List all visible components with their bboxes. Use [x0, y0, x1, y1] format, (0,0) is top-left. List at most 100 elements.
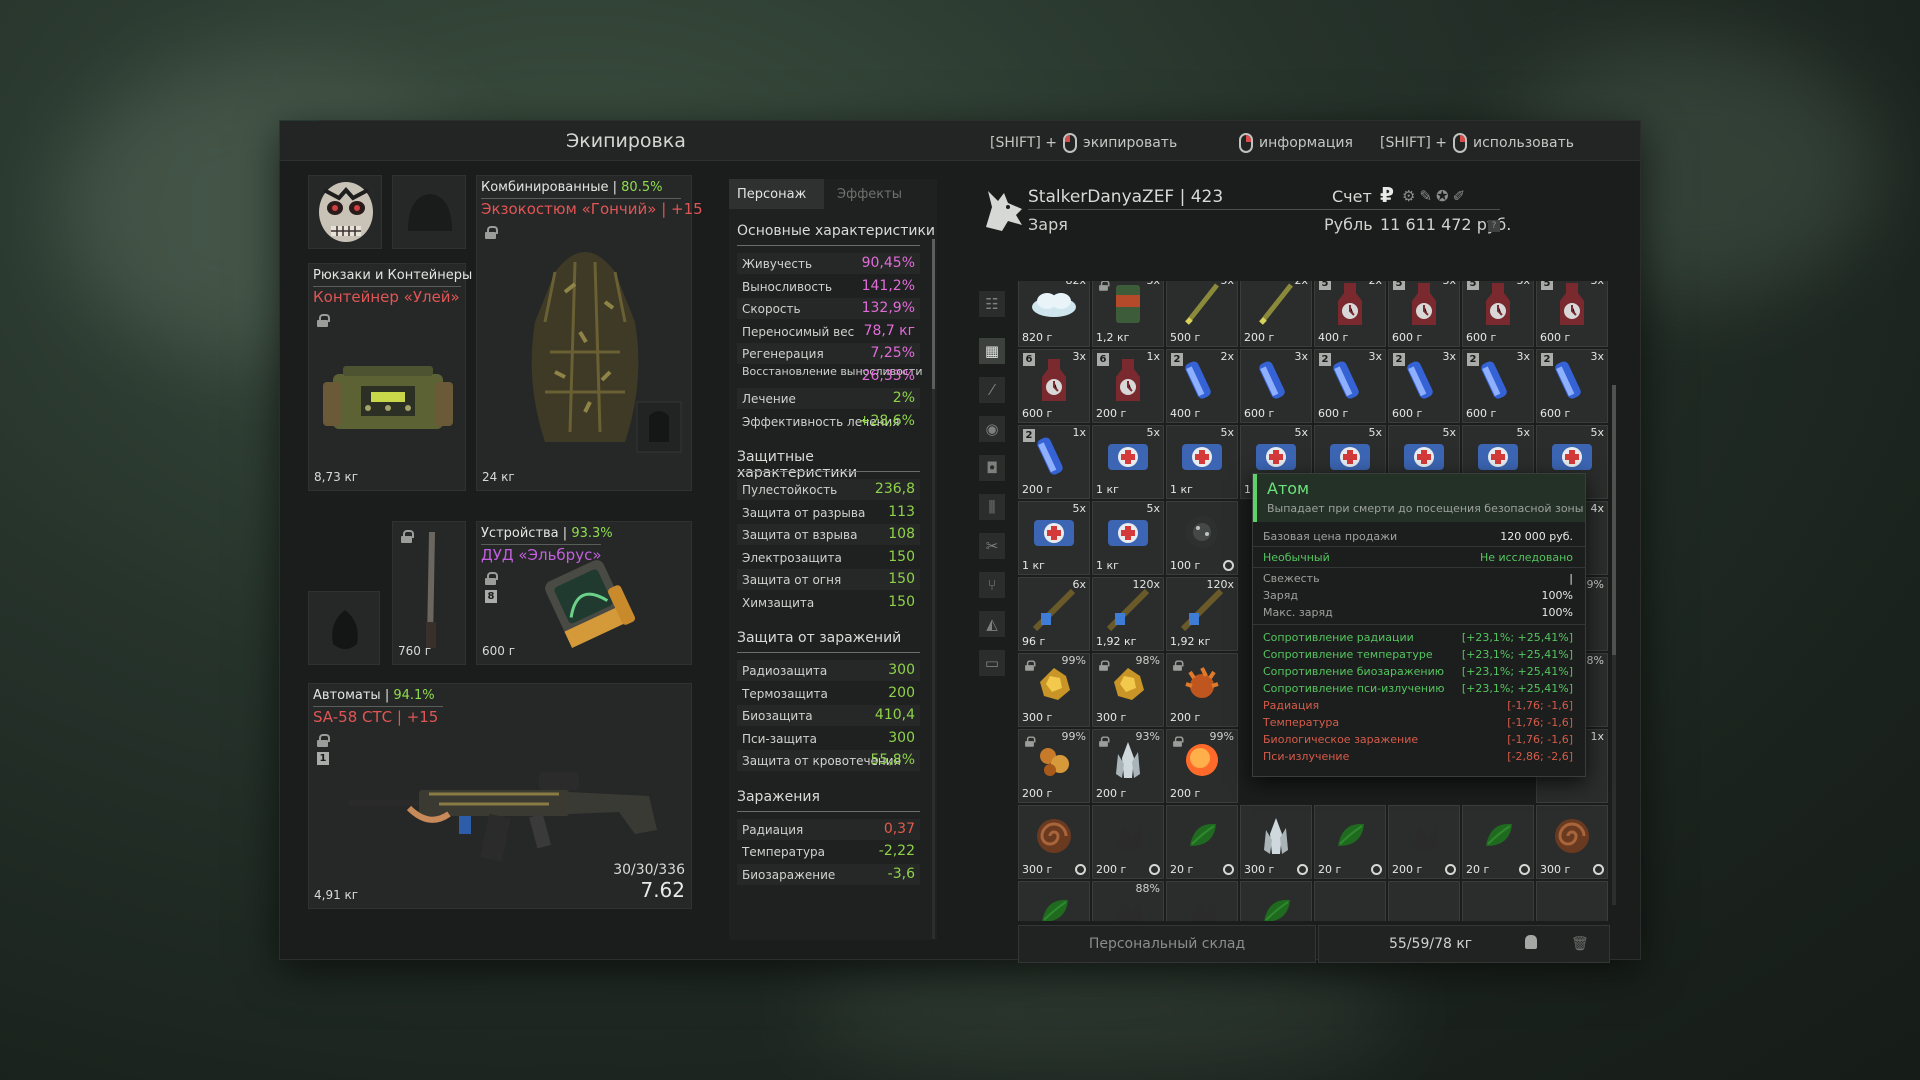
- inventory-slot[interactable]: 6x 96 г: [1018, 577, 1090, 651]
- sidearm-slot[interactable]: [308, 591, 380, 665]
- artifact-filter-icon[interactable]: ◭: [979, 611, 1005, 637]
- inventory-slot[interactable]: 5x 1 кг: [1092, 501, 1164, 575]
- inventory-slot[interactable]: 3x 600 г: [1240, 349, 1312, 423]
- helmet-slot[interactable]: [308, 175, 382, 249]
- inventory-slot[interactable]: [1240, 881, 1312, 921]
- inventory-slot[interactable]: 93% 200 г: [1092, 729, 1164, 803]
- clock-icon: [1149, 864, 1160, 875]
- lock-icon: [1099, 736, 1110, 747]
- medkit-item-icon: [1104, 436, 1152, 480]
- ammo-filter-icon[interactable]: ⫼: [979, 494, 1005, 520]
- grid-all-icon[interactable]: ▦: [979, 338, 1005, 364]
- item-weight: 600 г: [1244, 407, 1275, 420]
- device-slot[interactable]: Устройства | 93.3% ДУД «Эльбрус» 8 600 г: [476, 521, 692, 665]
- hint-label: информация: [1259, 135, 1353, 151]
- inventory-slot[interactable]: 20 г: [1314, 805, 1386, 879]
- storage-button[interactable]: Персональный склад: [1018, 925, 1316, 963]
- price-label: Базовая цена продажи: [1263, 530, 1398, 543]
- inventory-slot[interactable]: 300 г: [1018, 805, 1090, 879]
- device-filter-icon[interactable]: ◘: [979, 455, 1005, 481]
- inventory-slot[interactable]: 200 г: [1092, 805, 1164, 879]
- item-quantity: 3x: [1516, 281, 1530, 287]
- item-weight: 200 г: [1244, 331, 1275, 344]
- inventory-slot[interactable]: 20 г: [1166, 805, 1238, 879]
- primary-weapon-slot[interactable]: Автоматы | 94.1% SA-58 СТС | +15 1 4,91 …: [308, 683, 692, 909]
- inventory-slot[interactable]: 3x 600 г 5: [1388, 281, 1460, 347]
- inventory-slot[interactable]: 100 г: [1166, 501, 1238, 575]
- inventory-slot[interactable]: 99% 200 г: [1166, 729, 1238, 803]
- inventory-slot[interactable]: 300 г: [1240, 805, 1312, 879]
- inventory-slot[interactable]: 99% 200 г: [1018, 729, 1090, 803]
- inventory-slot[interactable]: 3x 600 г 5: [1536, 281, 1608, 347]
- inventory-slot[interactable]: 5x 1 кг: [1092, 425, 1164, 499]
- inventory-slot[interactable]: 2x 400 г 2: [1166, 349, 1238, 423]
- inventory-slot[interactable]: 99% 300 г: [1018, 653, 1090, 727]
- inventory-slot[interactable]: [1166, 881, 1238, 921]
- inventory-slot[interactable]: 2x 400 г 5: [1314, 281, 1386, 347]
- stats-scroll-thumb[interactable]: [932, 239, 935, 389]
- inventory-slot[interactable]: [1388, 881, 1460, 921]
- stat-row: Скорость 132,9%: [737, 298, 920, 319]
- inventory-slot[interactable]: 5x 1 кг: [1018, 501, 1090, 575]
- inventory-slot[interactable]: 5x 1 кг: [1166, 425, 1238, 499]
- stat-label: Температура: [742, 845, 826, 859]
- currency-icons[interactable]: ⚙✎✪✐: [1402, 187, 1469, 205]
- inventory-slot[interactable]: 20 г: [1462, 805, 1534, 879]
- inventory-scroll-thumb[interactable]: [1612, 385, 1616, 655]
- inventory-slot[interactable]: 3x 600 г 2: [1314, 349, 1386, 423]
- item-weight: 1 кг: [1170, 483, 1193, 496]
- inventory-slot[interactable]: 120x 1,92 кг: [1166, 577, 1238, 651]
- trash-icon[interactable]: 🗑: [1571, 936, 1589, 952]
- divider: [1380, 209, 1500, 210]
- inventory-slot[interactable]: [1314, 881, 1386, 921]
- inventory-slot[interactable]: 3x 600 г 5: [1462, 281, 1534, 347]
- filter-sort-icon[interactable]: ☷: [979, 291, 1005, 317]
- balance-info-icon[interactable]: ?: [1488, 220, 1500, 232]
- inventory-slot[interactable]: 300 г: [1536, 805, 1608, 879]
- inventory-slot[interactable]: 200 г: [1166, 653, 1238, 727]
- tab-effects[interactable]: Эффекты: [829, 179, 924, 209]
- inventory-slot[interactable]: 3x 600 г 2: [1388, 349, 1460, 423]
- backpack-slot[interactable]: Рюкзаки и Контейнеры Контейнер «Улей» 8,…: [308, 263, 472, 491]
- inventory-slot[interactable]: 2x 200 г: [1240, 281, 1312, 347]
- armor-filter-icon[interactable]: ◉: [979, 416, 1005, 442]
- stat-row: Эффективность лечения +28,6%: [737, 411, 920, 432]
- inventory-slot[interactable]: [1462, 881, 1534, 921]
- weapon-filter-icon[interactable]: ⁄: [979, 377, 1005, 403]
- stat-value: 200: [888, 684, 915, 701]
- inventory-slot[interactable]: 120x 1,92 кг: [1092, 577, 1164, 651]
- inventory-slot[interactable]: 200 г: [1388, 805, 1460, 879]
- syringe-item-icon: [1547, 355, 1597, 409]
- tab-character[interactable]: Персонаж: [729, 179, 824, 209]
- inventory-slot[interactable]: 3x 600 г 2: [1536, 349, 1608, 423]
- inventory-slot[interactable]: 3x 600 г 2: [1462, 349, 1534, 423]
- inventory-slot[interactable]: 5x 500 г: [1166, 281, 1238, 347]
- inventory-slot[interactable]: 98% 300 г: [1092, 653, 1164, 727]
- stat-row: Восстановление выносливости 26,33%: [737, 366, 922, 387]
- tools-filter-icon[interactable]: ✂: [979, 533, 1005, 559]
- melee-slot[interactable]: 760 г: [392, 521, 466, 665]
- armor-slot[interactable]: Комбинированные | 80.5% Экзокостюм «Гонч…: [476, 175, 703, 491]
- inventory-slot[interactable]: [1536, 881, 1608, 921]
- ruble-icon[interactable]: ₽: [1380, 183, 1394, 207]
- divider: [1253, 567, 1585, 568]
- spiral-item-icon: [1032, 814, 1076, 862]
- inventory-slot[interactable]: 82x 820 г: [1018, 281, 1090, 347]
- lock-icon: [401, 530, 414, 543]
- food-filter-icon[interactable]: ⑂: [979, 572, 1005, 598]
- item-quantity: 3x: [1442, 281, 1456, 287]
- inventory-slot[interactable]: 3x 600 г 6: [1018, 349, 1090, 423]
- slot-category-label: Комбинированные |: [481, 180, 618, 195]
- item-quantity: 5x: [1516, 426, 1530, 439]
- misc-filter-icon[interactable]: ▭: [979, 650, 1005, 676]
- inventory-slot[interactable]: 1x 200 г 6: [1092, 349, 1164, 423]
- inventory-slot[interactable]: [1018, 881, 1090, 921]
- cosmetic-slot[interactable]: [392, 175, 466, 249]
- effect-value: [+23,1%; +25,41%]: [1461, 631, 1573, 644]
- inventory-slot[interactable]: 3x 1,2 кг: [1092, 281, 1164, 347]
- inventory-slot[interactable]: 1x 200 г 2: [1018, 425, 1090, 499]
- clock-icon: [1223, 560, 1234, 571]
- effect-label: Сопротивление температуре: [1263, 648, 1433, 661]
- item-quantity: 5x: [1146, 502, 1160, 515]
- inventory-slot[interactable]: 88%: [1092, 881, 1164, 921]
